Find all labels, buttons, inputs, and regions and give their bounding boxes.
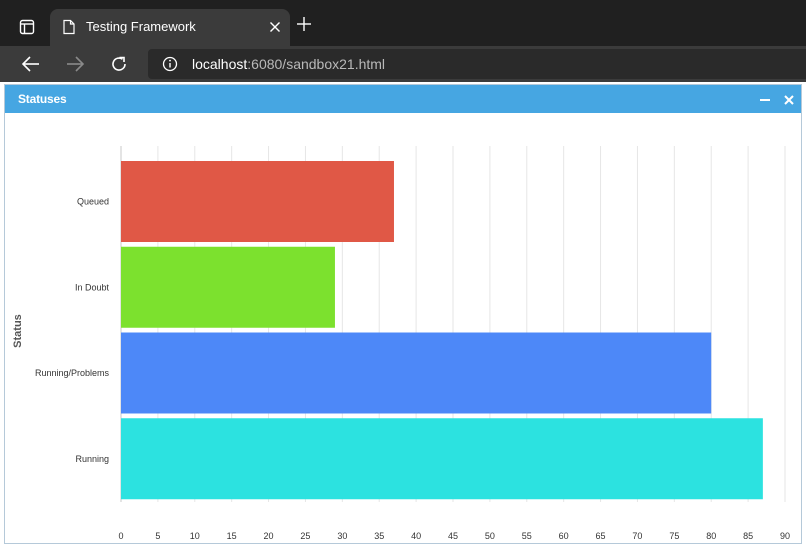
category-label: Queued — [77, 197, 109, 207]
x-tick-label: 15 — [227, 531, 237, 541]
category-labels: Queued In Doubt Running/Problems Running — [35, 197, 110, 464]
x-tick-label: 50 — [485, 531, 495, 541]
bar-running-problems[interactable] — [121, 332, 712, 414]
x-tick-label: 65 — [596, 531, 606, 541]
bar-running[interactable] — [121, 418, 763, 500]
category-label: Running/Problems — [35, 368, 110, 378]
x-tick-label: 40 — [411, 531, 421, 541]
x-tick-label: 30 — [337, 531, 347, 541]
y-axis-label: Status — [12, 314, 24, 348]
category-label: Running — [75, 454, 109, 464]
x-tick-label: 45 — [448, 531, 458, 541]
status-bar-chart: Queued In Doubt Running/Problems Running 0 5… — [12, 146, 790, 541]
x-tick-label: 25 — [300, 531, 310, 541]
x-tick-label: 35 — [374, 531, 384, 541]
bars — [121, 161, 763, 500]
x-tick-label: 5 — [155, 531, 160, 541]
x-tick-label: 90 — [780, 531, 790, 541]
x-tick-label: 60 — [559, 531, 569, 541]
x-tick-label: 85 — [743, 531, 753, 541]
category-label: In Doubt — [75, 282, 110, 292]
x-tick-label: 75 — [669, 531, 679, 541]
x-tick-label: 80 — [706, 531, 716, 541]
x-tick-label: 10 — [190, 531, 200, 541]
x-tick-label: 55 — [522, 531, 532, 541]
x-tick-label: 20 — [264, 531, 274, 541]
bar-queued[interactable] — [121, 161, 394, 242]
bar-in-doubt[interactable] — [121, 246, 335, 328]
x-tick-labels: 0 5 10 15 20 25 30 35 40 45 50 55 60 65 70 75 80 85 90 — [118, 531, 790, 541]
x-tick-label: 70 — [632, 531, 642, 541]
x-tick-label: 0 — [118, 531, 123, 541]
